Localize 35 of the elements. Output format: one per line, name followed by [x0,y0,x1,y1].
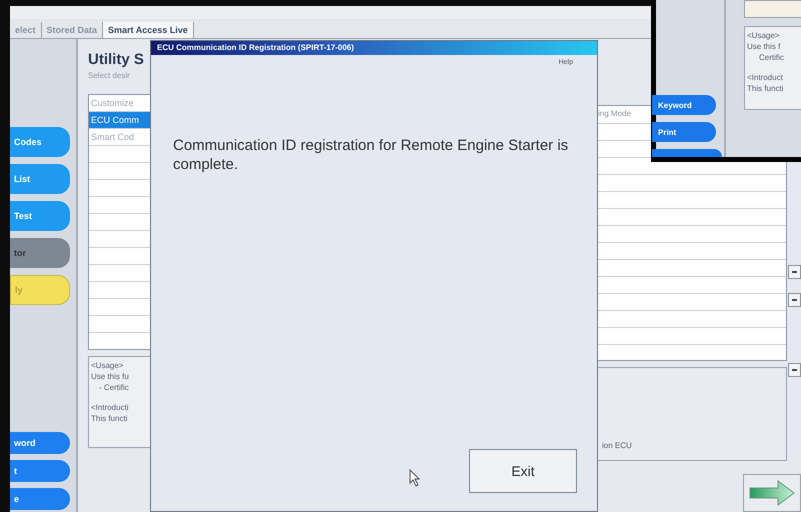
sidebar-button[interactable]: e [10,488,70,510]
description-line: <Usage> [91,360,124,371]
scroll-button[interactable] [788,363,800,377]
exit-button[interactable]: Exit [469,449,577,493]
inset-button[interactable]: Print [652,122,716,142]
panel-subtitle: Select desir [88,71,131,80]
input-field[interactable] [744,0,801,18]
description-line: ion ECU [602,441,632,450]
list-item[interactable]: ECU Comm [89,112,150,129]
panel-title: Utility S [88,51,145,68]
sidebar-button[interactable]: Test [10,201,70,231]
mouse-cursor-icon [409,469,421,487]
sidebar-button[interactable]: word [10,432,70,454]
scroll-button[interactable] [788,265,800,279]
description-line: Use this f [747,41,782,52]
arrow-right-icon [748,480,796,506]
sidebar-button[interactable]: Codes [10,127,70,157]
description-line: Use this fu [91,371,130,382]
scroll-button[interactable] [788,293,800,307]
sidebar-button[interactable]: List [10,164,70,194]
description-line: This functi [747,83,784,94]
description-line: <Introduct [747,72,784,83]
sidebar-button[interactable]: tor [10,238,70,268]
tab[interactable]: Smart Access Live [103,22,194,38]
tab[interactable]: elect [10,22,42,38]
description-line: - Certific [98,382,130,393]
next-button[interactable] [743,474,801,512]
description-line: <Introducti [91,402,130,413]
dialog-title: ECU Communication ID Registration (SPIRT-17-006) [151,41,597,55]
description-line: This functi [91,413,128,424]
dialog-message: Communication ID registration for Remote Engine Starter is complete. [173,136,570,174]
description-line: Certific [758,52,785,63]
description-line: <Usage> [747,30,780,41]
sidebar-button[interactable]: t [10,460,70,482]
inset-button[interactable]: Keyword [652,95,716,115]
